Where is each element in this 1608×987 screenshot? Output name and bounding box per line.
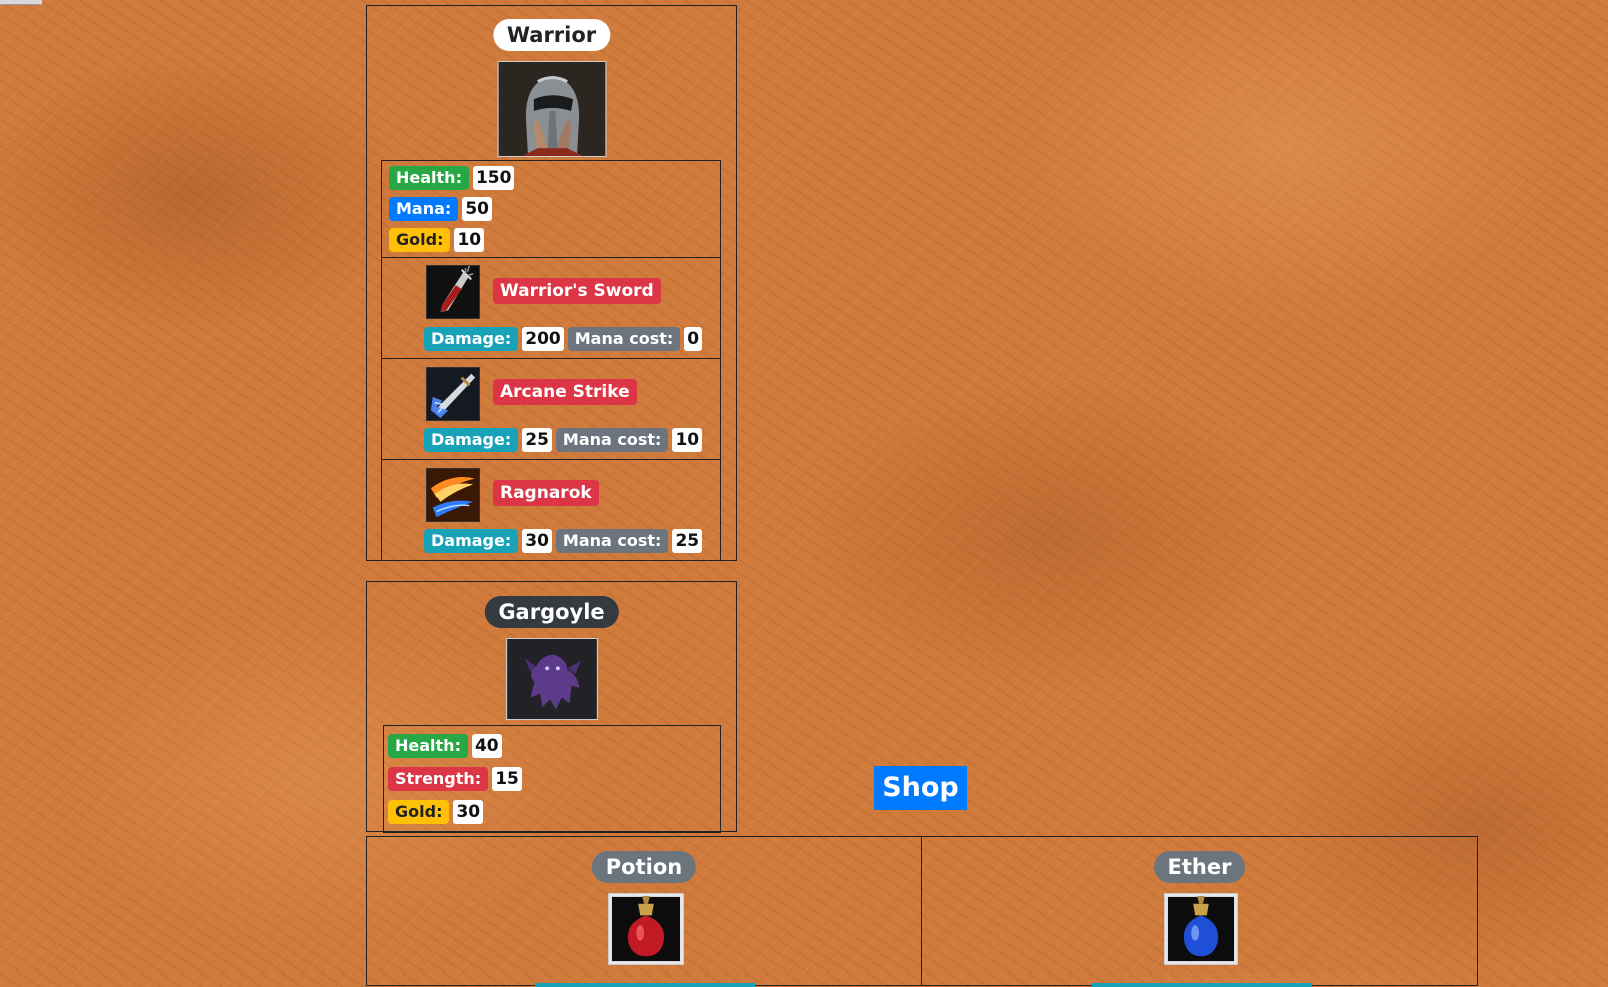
damage-label: Damage:: [424, 529, 519, 553]
skill-stats-row: Damage: 30 Mana cost: 25: [424, 529, 703, 553]
mana-label: Mana:: [389, 197, 459, 221]
health-label: Health:: [389, 166, 469, 190]
shop-button[interactable]: Shop: [874, 766, 967, 810]
mana-cost-label: Mana cost:: [555, 529, 669, 553]
hero-stats-box: Health: 150 Mana: 50 Gold: 10: [381, 160, 721, 258]
shop-item-card[interactable]: Potion: [366, 836, 922, 987]
skill-card[interactable]: Warrior's Sword Damage: 200 Mana cost: 0: [381, 257, 721, 359]
strength-label: Strength:: [388, 767, 489, 791]
corner-tab: [0, 0, 42, 5]
skill-name: Warrior's Sword: [493, 278, 661, 304]
health-value: 150: [472, 166, 515, 190]
blue-ether-icon[interactable]: [1164, 893, 1238, 965]
enemy-portrait[interactable]: [505, 638, 598, 720]
enemy-panel[interactable]: Gargoyle Health: 40 Strength: 15 Gold: 3…: [366, 581, 737, 833]
hero-gold-row: Gold: 10: [389, 228, 485, 252]
fire-ice-slash-icon[interactable]: [426, 468, 480, 522]
skill-stats-row: Damage: 25 Mana cost: 10: [424, 428, 703, 452]
buy-button-edge[interactable]: [1092, 983, 1312, 987]
shop-item-card[interactable]: Ether: [921, 836, 1478, 987]
hero-mana-row: Mana: 50: [389, 197, 492, 221]
skill-card[interactable]: Arcane Strike Damage: 25 Mana cost: 10: [381, 358, 721, 460]
mana-cost-label: Mana cost:: [567, 327, 681, 351]
enemy-name: Gargoyle: [484, 596, 619, 628]
gargoyle-icon: [506, 639, 597, 719]
mana-value: 50: [462, 197, 492, 221]
hero-panel: Warrior Health: 150 Mana: 50 Gold: 10 Wa…: [366, 5, 737, 561]
skill-stats-row: Damage: 200 Mana cost: 0: [424, 327, 703, 351]
enemy-gold-row: Gold: 30: [388, 800, 484, 824]
buy-button-edge[interactable]: [535, 983, 755, 987]
damage-label: Damage:: [424, 428, 519, 452]
health-label: Health:: [388, 734, 468, 758]
mana-cost-value: 25: [672, 529, 703, 553]
strength-value: 15: [492, 767, 522, 791]
lightning-blade-icon[interactable]: [426, 367, 480, 421]
health-value: 40: [471, 734, 502, 758]
gold-value: 10: [454, 228, 485, 252]
enemy-stats-box: Health: 40 Strength: 15 Gold: 30: [383, 725, 721, 833]
skill-card[interactable]: Ragnarok Damage: 30 Mana cost: 25: [381, 459, 721, 561]
enemy-strength-row: Strength: 15: [388, 767, 522, 791]
hero-portrait: [497, 61, 606, 157]
gold-label: Gold:: [388, 800, 450, 824]
damage-value: 30: [522, 529, 552, 553]
damage-label: Damage:: [424, 327, 519, 351]
gold-value: 30: [453, 800, 484, 824]
warrior-helmet-icon: [498, 62, 605, 156]
shop-item-name: Potion: [591, 851, 697, 883]
damage-value: 25: [522, 428, 552, 452]
gold-label: Gold:: [389, 228, 451, 252]
hero-health-row: Health: 150: [389, 166, 515, 190]
mana-cost-value: 0: [684, 327, 703, 351]
mana-cost-value: 10: [672, 428, 703, 452]
bloody-sword-icon[interactable]: [426, 265, 480, 319]
enemy-health-row: Health: 40: [388, 734, 502, 758]
red-potion-icon[interactable]: [608, 893, 684, 965]
mana-cost-label: Mana cost:: [555, 428, 669, 452]
damage-value: 200: [522, 327, 564, 351]
hero-name: Warrior: [492, 19, 611, 51]
skill-name: Arcane Strike: [493, 379, 637, 405]
shop-item-name: Ether: [1153, 851, 1246, 883]
skill-name: Ragnarok: [493, 480, 599, 506]
